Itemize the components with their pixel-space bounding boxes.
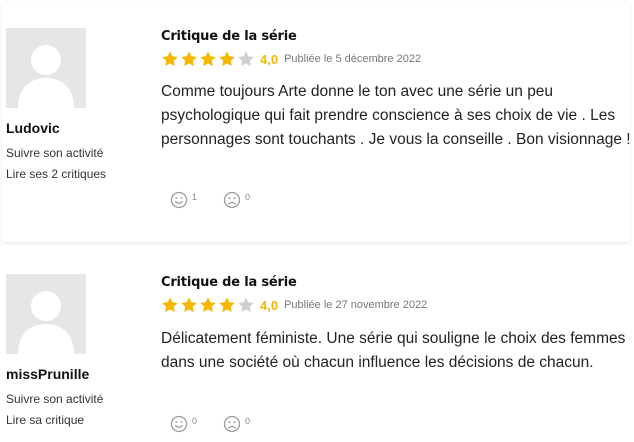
helpful-count: 1 (192, 192, 198, 202)
unhelpful-button[interactable]: 0 (223, 415, 250, 433)
star-filled-icon (181, 51, 197, 67)
review-card: Ludovic Suivre son activité Lire ses 2 c… (0, 0, 634, 246)
unhelpful-count: 0 (245, 416, 251, 426)
rating-value: 4,0 (260, 297, 279, 313)
star-filled-icon (162, 51, 178, 67)
follow-activity-link[interactable]: Suivre son activité (6, 392, 103, 406)
username[interactable]: missPrunille (6, 366, 89, 382)
star-rating (161, 296, 256, 314)
read-reviews-link[interactable]: Lire ses 2 critiques (6, 167, 106, 181)
smiley-icon (170, 415, 188, 433)
rating-row: 4,0 Publiée le 27 novembre 2022 (161, 295, 427, 315)
star-filled-icon (219, 297, 235, 313)
sad-face-icon (223, 191, 241, 209)
star-filled-icon (162, 297, 178, 313)
star-filled-icon (200, 297, 216, 313)
helpful-button[interactable]: 1 (170, 191, 197, 209)
helpful-button[interactable]: 0 (170, 415, 197, 433)
user-avatar[interactable] (6, 28, 86, 108)
star-filled-icon (181, 297, 197, 313)
star-empty-icon (238, 297, 254, 313)
rating-row: 4,0 Publiée le 5 décembre 2022 (161, 49, 421, 69)
unhelpful-count: 0 (245, 192, 251, 202)
star-rating (161, 50, 256, 68)
follow-activity-link[interactable]: Suivre son activité (6, 146, 103, 160)
sad-face-icon (223, 415, 241, 433)
critique-title: Critique de la série (161, 29, 297, 44)
review-reactions: 1 0 (170, 191, 276, 209)
critique-title: Critique de la série (161, 275, 297, 290)
read-review-link[interactable]: Lire sa critique (6, 413, 84, 427)
star-filled-icon (219, 51, 235, 67)
default-user-avatar-icon (6, 28, 86, 108)
smiley-icon (170, 191, 188, 209)
rating-value: 4,0 (260, 51, 279, 67)
publish-date: Publiée le 27 novembre 2022 (284, 299, 428, 311)
review-card: missPrunille Suivre son activité Lire sa… (0, 246, 634, 442)
star-filled-icon (200, 51, 216, 67)
review-text: Comme toujours Arte donne le ton avec un… (161, 83, 631, 148)
unhelpful-button[interactable]: 0 (223, 191, 250, 209)
helpful-count: 0 (192, 416, 198, 426)
username[interactable]: Ludovic (6, 120, 60, 136)
publish-date: Publiée le 5 décembre 2022 (284, 53, 422, 65)
star-empty-icon (238, 51, 254, 67)
default-user-avatar-icon (6, 274, 86, 354)
review-reactions: 0 0 (170, 415, 276, 433)
user-avatar[interactable] (6, 274, 86, 354)
review-text: Délicatement féministe. Une série qui so… (161, 330, 626, 371)
